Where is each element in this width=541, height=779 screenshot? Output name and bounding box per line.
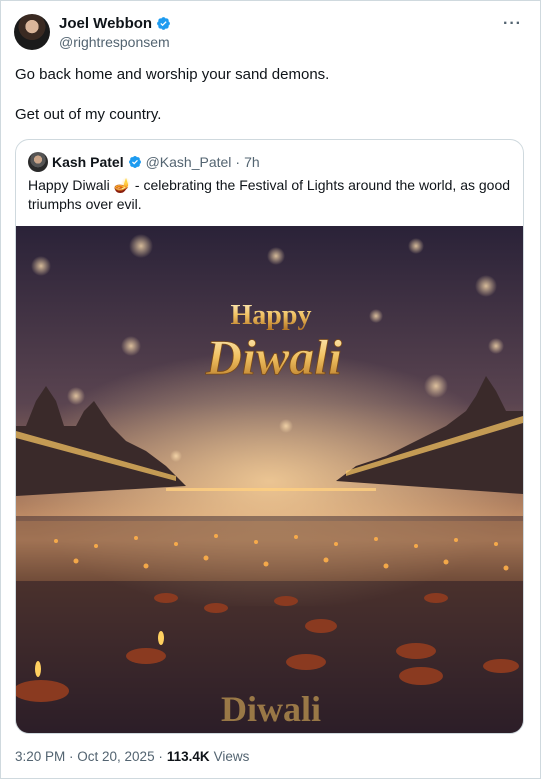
image-text-happy: Happy xyxy=(231,300,312,331)
views-count: 113.4K xyxy=(166,749,210,764)
separator-dot: · xyxy=(235,154,241,170)
tweet-card: Joel Webbon @rightresponsem ··· Go back … xyxy=(0,0,541,779)
tweet-footer: 3:20 PM · Oct 20, 2025 · 113.4K Views xyxy=(15,749,249,764)
image-text-diwali: Diwali xyxy=(205,329,342,385)
quoted-author-avatar[interactable] xyxy=(28,152,48,172)
views-label: Views xyxy=(213,749,250,764)
tweet-body: Go back home and worship your sand demon… xyxy=(15,65,515,125)
author-name-row: Joel Webbon xyxy=(59,15,171,32)
svg-text:Diwali: Diwali xyxy=(221,689,321,729)
quoted-tweet-header: Kash Patel @Kash_Patel · 7h xyxy=(28,152,260,172)
quoted-author-name[interactable]: Kash Patel xyxy=(52,154,124,170)
author-handle[interactable]: @rightresponsem xyxy=(59,34,170,50)
diwali-image[interactable]: Diwali Happy Diwali xyxy=(16,226,523,733)
quoted-timestamp[interactable]: 7h xyxy=(244,154,260,170)
more-options-icon[interactable]: ··· xyxy=(503,15,522,33)
quoted-tweet-text: Happy Diwali 🪔 - celebrating the Festiva… xyxy=(28,177,511,212)
author-avatar[interactable] xyxy=(14,14,50,50)
author-name[interactable]: Joel Webbon xyxy=(59,15,152,32)
tweet-text-line: Get out of my country. xyxy=(15,106,162,123)
quoted-tweet[interactable]: Kash Patel @Kash_Patel · 7h Happy Diwali… xyxy=(15,139,524,734)
tweet-timestamp[interactable]: 3:20 PM · Oct 20, 2025 · xyxy=(15,749,163,764)
quoted-author-handle[interactable]: @Kash_Patel xyxy=(146,154,232,170)
tweet-text-line: Go back home and worship your sand demon… xyxy=(15,66,330,83)
verified-badge-icon xyxy=(128,156,141,168)
verified-badge-icon xyxy=(157,17,170,30)
